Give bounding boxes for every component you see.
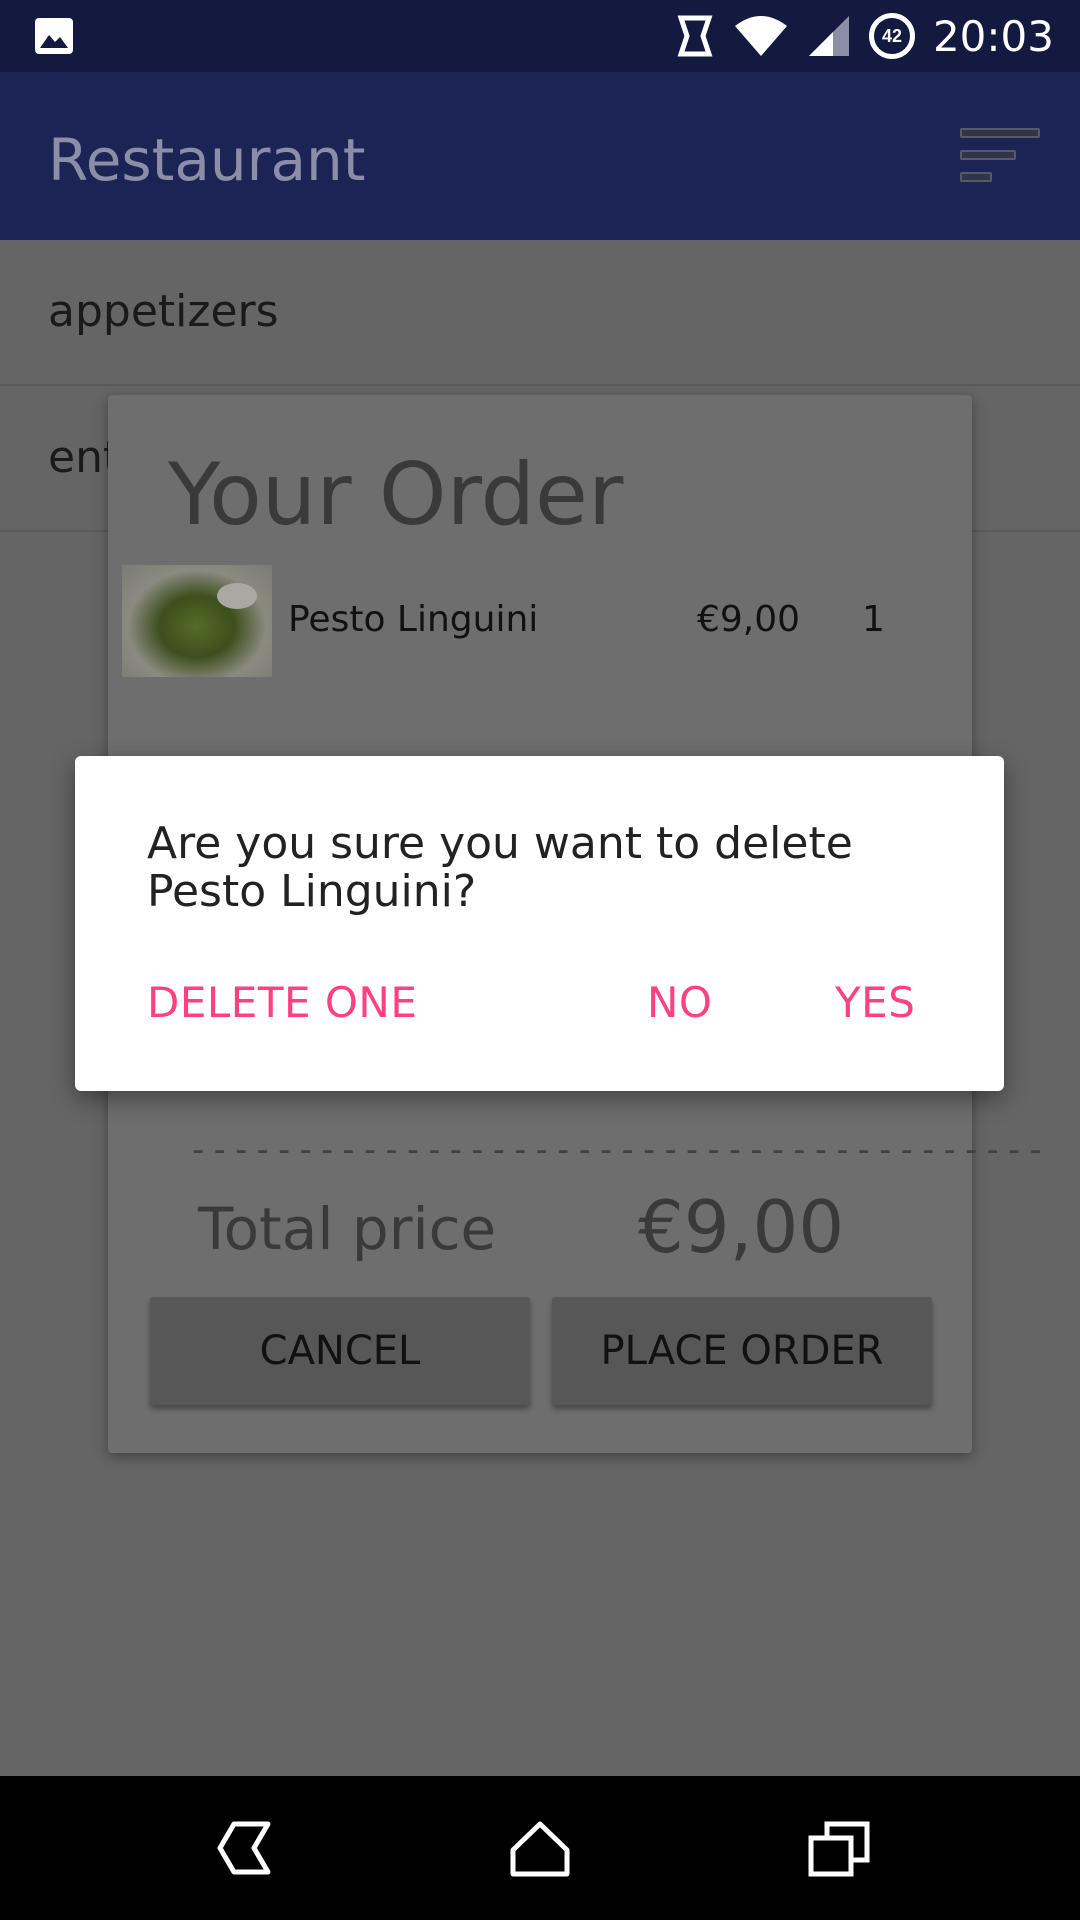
status-bar: 42 20:03 [0,0,1080,72]
yes-button[interactable]: YES [835,978,915,1027]
cellular-signal-icon [807,14,851,58]
app-title: Restaurant [48,126,366,194]
sort-icon [960,128,1040,138]
home-icon[interactable] [505,1816,575,1880]
total-divider: ---------------------------------------- [188,1130,1047,1170]
category-item-appetizers[interactable]: appetizers [0,240,1080,386]
order-item[interactable]: Pesto Linguini €9,00 1 [122,565,962,677]
back-icon[interactable] [206,1816,276,1880]
delete-one-button[interactable]: DELETE ONE [147,978,417,1027]
cancel-button[interactable]: CANCEL [150,1297,530,1405]
battery-icon: 42 [868,13,915,59]
no-button[interactable]: NO [647,978,712,1027]
item-quantity: 1 [862,599,885,640]
sort-button[interactable] [960,128,1040,188]
item-thumbnail [122,565,272,677]
battery-level: 42 [868,13,915,59]
sort-icon-line-3 [960,172,992,182]
sync-icon [675,14,715,58]
app-bar: Restaurant [0,72,1080,240]
wifi-icon [733,14,789,58]
sort-icon-line-2 [960,150,1016,160]
total-label: Total price [198,1195,497,1263]
total-value: €9,00 [638,1185,845,1269]
navigation-bar [0,1776,1080,1920]
item-name: Pesto Linguini [288,599,539,640]
status-time: 20:03 [932,11,1054,61]
confirm-message: Are you sure you want to delete Pesto Li… [147,818,853,917]
confirm-delete-dialog: Are you sure you want to delete Pesto Li… [75,756,1004,1091]
item-price: €9,00 [697,599,801,640]
image-icon [34,17,74,60]
place-order-button[interactable]: PLACE ORDER [552,1297,932,1405]
order-title: Your Order [168,445,624,545]
recents-icon[interactable] [805,1816,875,1880]
category-label: appetizers [48,286,279,337]
